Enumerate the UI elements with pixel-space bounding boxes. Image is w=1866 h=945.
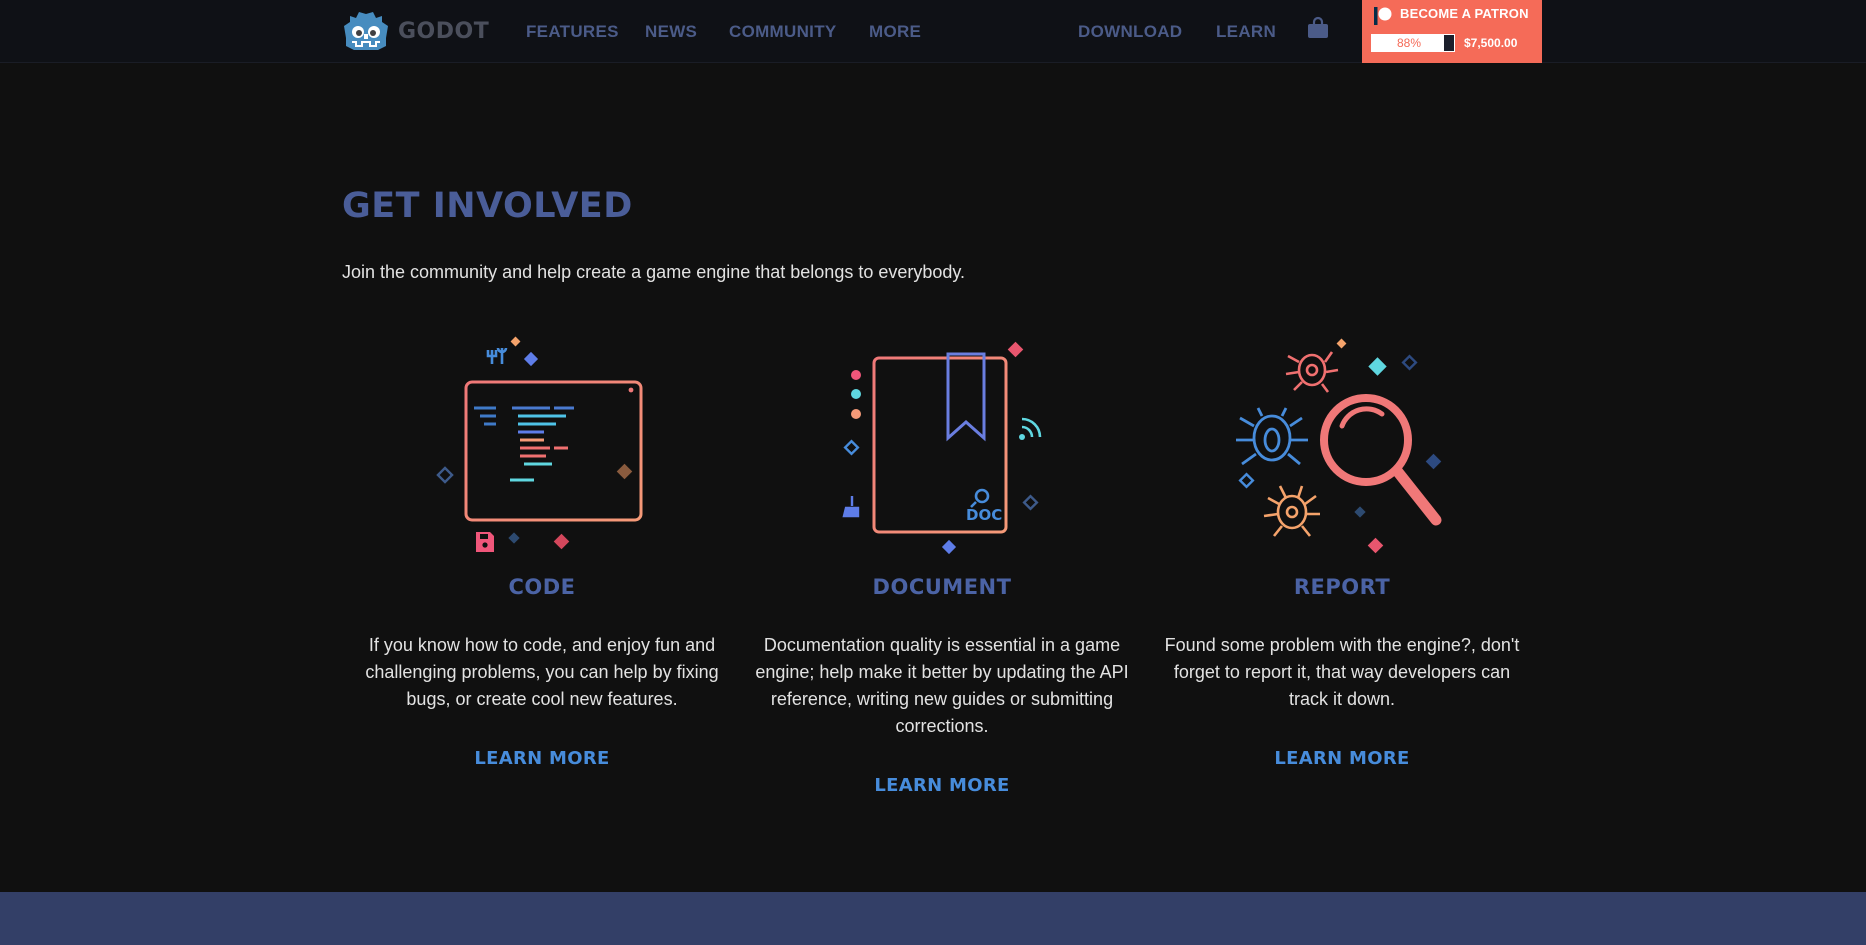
code-editor-icon <box>436 336 643 552</box>
brand-name: GODOT <box>398 18 490 44</box>
doc-book-icon: DOC <box>842 341 1042 555</box>
page-title: GET INVOLVED <box>342 186 633 226</box>
card-report-learn-more[interactable]: LEARN MORE <box>1152 748 1532 769</box>
nav-learn[interactable]: LEARN <box>1216 22 1276 42</box>
bug-search-icon <box>1236 338 1442 554</box>
card-document-title: DOCUMENT <box>872 575 1012 599</box>
nav-features[interactable]: FEATURES <box>526 22 619 42</box>
patron-label: BECOME A PATRON <box>1400 6 1529 21</box>
doc-badge: DOC <box>966 506 1002 524</box>
nav-more[interactable]: MORE <box>869 22 921 42</box>
page-subtitle: Join the community and help create a gam… <box>342 262 966 282</box>
nav-community[interactable]: COMMUNITY <box>729 22 837 42</box>
card-document-text: Documentation quality is essential in a … <box>755 635 1129 736</box>
card-document-learn-more[interactable]: LEARN MORE <box>752 775 1132 796</box>
card-report-title: REPORT <box>1293 575 1391 599</box>
patron-progress-bar: 88% <box>1371 34 1455 52</box>
footer-band <box>0 892 1866 945</box>
patron-amount: $7,500.00 <box>1464 36 1518 50</box>
nav-news[interactable]: NEWS <box>645 22 697 42</box>
become-patron-button[interactable]: BECOME A PATRON 88% $7,500.00 <box>1362 0 1542 63</box>
top-navbar: GODOT FEATURES NEWS COMMUNITY MORE DOWNL… <box>0 0 1866 63</box>
card-report-text: Found some problem with the engine?, don… <box>1164 635 1520 709</box>
godot-robot-icon <box>344 12 388 50</box>
shop-bag-icon[interactable] <box>1306 16 1330 45</box>
nav-download[interactable]: DOWNLOAD <box>1078 22 1182 42</box>
card-code-learn-more[interactable]: LEARN MORE <box>352 748 732 769</box>
patron-percent: 88% <box>1396 36 1422 50</box>
patreon-icon <box>1374 7 1392 25</box>
card-code-title: CODE <box>508 575 576 599</box>
card-code-text: If you know how to code, and enjoy fun a… <box>365 635 719 709</box>
godot-logo-link[interactable]: GODOT <box>342 8 489 54</box>
